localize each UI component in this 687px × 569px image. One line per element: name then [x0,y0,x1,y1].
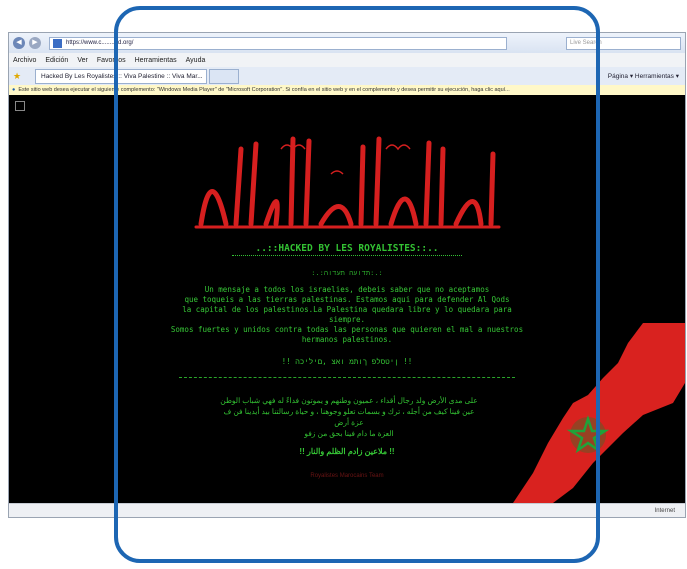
plugin-placeholder-icon [15,101,25,111]
address-bar: ◀ ▶ https://www.c..........d.org/ Live S… [9,33,685,53]
menu-file[interactable]: Archivo [13,57,36,64]
tab-bar: ★ Hacked By Les Royalistes :: Viva Pales… [9,67,685,85]
forward-button[interactable]: ▶ [29,37,41,49]
title-underline [232,255,462,256]
back-button[interactable]: ◀ [13,37,25,49]
morocco-map-image [513,323,685,503]
menu-edit[interactable]: Edición [45,57,68,64]
url-input[interactable]: https://www.c..........d.org/ [49,36,507,50]
shahada-calligraphy-logo [194,136,501,229]
hacked-title: ..::HACKED BY LES ROYALISTES::.. [9,243,685,256]
info-icon: ● [12,87,16,93]
dashed-divider [179,377,515,378]
menu-view[interactable]: Ver [77,57,88,64]
defaced-page: ..::HACKED BY LES ROYALISTES::.. :.:תדוע… [9,95,685,503]
favorites-star-icon[interactable]: ★ [13,71,21,82]
spanish-line: que toqueis a las tierras palestinas. Es… [184,295,510,304]
tab-title: Hacked By Les Royalistes :: Viva Palesti… [41,72,203,80]
star-emblem-icon [566,415,610,454]
tab-active[interactable]: Hacked By Les Royalistes :: Viva Palesti… [35,68,207,84]
menu-favorites[interactable]: Favoritos [97,57,126,64]
url-text: https://www.c..........d.org/ [66,39,134,46]
status-bar: Internet [9,503,685,517]
ie-page-icon [53,38,62,48]
hacked-title-text: ..::HACKED BY LES ROYALISTES::.. [255,243,439,254]
search-input[interactable]: Live Search [566,36,681,50]
spanish-line: Un mensaje a todos los israelies, debeis… [204,285,490,294]
browser-screenshot: ◀ ▶ https://www.c..........d.org/ Live S… [8,32,686,518]
new-tab-button[interactable] [209,68,239,84]
hebrew-heading: :.:תדועה תעדוה:.: [311,269,383,277]
toolbar-commands[interactable]: Página ▾ Herramientas ▾ [608,72,679,80]
information-bar[interactable]: ● Este sitio web desea ejecutar el sigui… [9,85,685,95]
spanish-line: la capital de los palestinos.La Palestin… [182,305,512,314]
menu-help[interactable]: Ayuda [186,57,206,64]
menu-tools[interactable]: Herramientas [135,57,177,64]
status-zone: Internet [654,508,675,514]
information-bar-text: Este sitio web desea ejecutar el siguien… [18,87,510,93]
menu-bar: Archivo Edición Ver Favoritos Herramient… [9,53,685,67]
